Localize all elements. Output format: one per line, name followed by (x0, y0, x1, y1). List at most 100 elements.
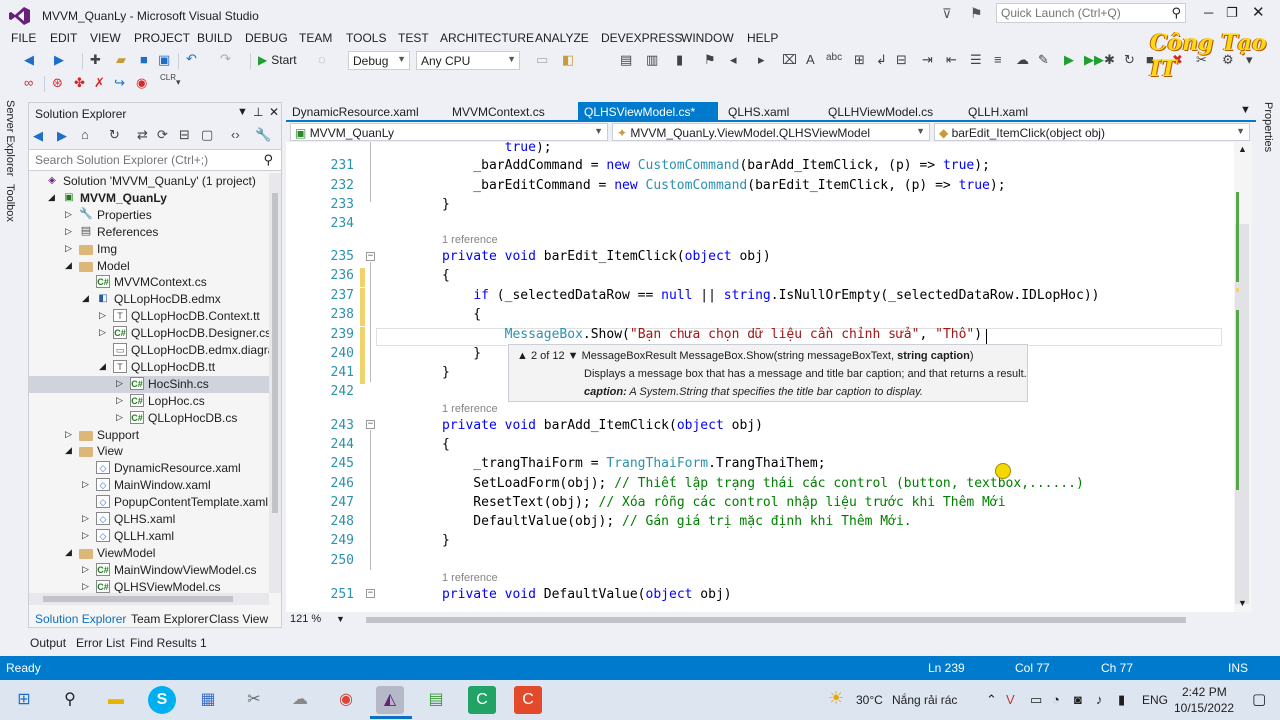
expand-icon[interactable]: ▷ (82, 530, 89, 541)
tree-item[interactable]: ▷ C# QLLopHocDB.cs (29, 410, 269, 427)
tree-item[interactable]: ▷ C# QLHSViewModel.cs (29, 579, 269, 593)
tree-item[interactable]: ▷ C# QLLopHocDB.Designer.cs (29, 325, 269, 342)
view-code-icon[interactable]: ‹› (231, 127, 240, 142)
home-icon[interactable]: ⌂ (81, 127, 89, 142)
tools-app-icon[interactable]: ✂ (240, 686, 268, 714)
code-line[interactable]: private void barEdit_ItemClick(object ob… (442, 249, 771, 264)
tab-dynamicresource-xaml[interactable]: DynamicResource.xaml (292, 105, 419, 119)
tree-item[interactable]: ▷ T QLLopHocDB.Context.tt (29, 308, 269, 325)
code-line[interactable]: } (442, 197, 450, 212)
tab-class-view[interactable]: Class View (209, 612, 268, 626)
code-line[interactable]: } (442, 346, 481, 361)
excel-icon[interactable]: ▤ (422, 686, 450, 714)
volume-icon[interactable]: ♪ (1096, 692, 1103, 707)
calculator-icon[interactable]: ▦ (194, 686, 222, 714)
step-icon[interactable]: ↪ (114, 75, 125, 91)
fold-toggle-icon[interactable]: − (366, 420, 375, 429)
weather-temperature[interactable]: 30°C (856, 693, 883, 707)
expand-icon[interactable]: ▷ (82, 513, 89, 524)
menu-build[interactable]: BUILD (197, 31, 232, 45)
wifi-icon[interactable]: ◔ (1052, 692, 1060, 707)
expand-icon[interactable]: ▷ (82, 581, 89, 592)
indent-icon[interactable]: ⇥ (922, 52, 933, 68)
find-in-files-icon[interactable]: ▭ (536, 52, 548, 68)
code-line[interactable]: private void barAdd_ItemClick(object obj… (442, 418, 763, 433)
menu-file[interactable]: FILE (11, 31, 36, 45)
tab-qlhs-xaml[interactable]: QLHS.xaml (728, 105, 789, 119)
code-line[interactable]: } (442, 365, 450, 380)
code-line[interactable]: MessageBox.Show("Bạn chưa chọn dữ liệu c… (442, 327, 982, 342)
tree-item[interactable]: ◢ ▣ MVVM_QuanLy (29, 190, 269, 207)
server-explorer-tab[interactable]: Server Explorer (4, 100, 16, 176)
tree-item[interactable]: ◢ T QLLopHocDB.tt (29, 359, 269, 376)
navigate-back-icon[interactable]: ◀ (24, 52, 34, 68)
expand-icon[interactable]: ▷ (116, 378, 123, 389)
menu-project[interactable]: PROJECT (134, 31, 190, 45)
tab-team-explorer[interactable]: Team Explorer (131, 612, 208, 626)
outdent-icon[interactable]: ⇤ (946, 52, 957, 68)
clear-bookmarks-icon[interactable]: ⌧ (782, 52, 797, 68)
file-explorer-icon[interactable]: ▬ (102, 686, 130, 714)
uncomment-icon[interactable]: ▥ (646, 52, 658, 68)
skype-icon[interactable]: S (148, 686, 176, 714)
collapse-icon[interactable]: ◢ (48, 192, 55, 203)
collapse-all-icon[interactable]: ⊟ (179, 127, 190, 143)
weather-sun-icon[interactable]: ☀ (828, 688, 844, 709)
unikey-icon[interactable]: V (1006, 692, 1015, 707)
camtasia-green-icon[interactable]: C (468, 686, 496, 714)
align-left-icon[interactable]: ≡ (994, 52, 1002, 67)
project-dropdown[interactable]: ▣ MVVM_QuanLy ▼ (290, 123, 608, 141)
expand-icon[interactable]: ▷ (116, 395, 123, 406)
solution-search[interactable]: ⚲ (29, 149, 281, 171)
show-hidden-icons-icon[interactable]: ⌃ (986, 692, 997, 708)
expand-icon[interactable]: ▷ (65, 429, 72, 440)
menu-window[interactable]: WINDOW (681, 31, 734, 45)
notification-center-icon[interactable]: ▢ (1252, 690, 1266, 708)
tree-item[interactable]: ▷ ◇ QLLH.xaml (29, 528, 269, 545)
clock-date[interactable]: 10/15/2022 (1174, 701, 1234, 715)
codelens-references[interactable]: 1 reference (442, 572, 498, 584)
weather-description[interactable]: Nắng rải rác (892, 693, 957, 707)
sync-icon[interactable]: ⇄ (137, 127, 148, 143)
toggle-bookmark-icon[interactable]: ▮ (676, 52, 683, 68)
bookmark-icon[interactable]: ⚑ (704, 52, 716, 68)
solution-tree-scrollbar[interactable] (269, 173, 281, 593)
tree-item[interactable]: ◢ View (29, 443, 269, 460)
save-icon[interactable]: ■ (140, 52, 148, 67)
code-line[interactable]: ResetText(obj); // Xóa rỗng các control … (442, 495, 1005, 510)
tree-item[interactable]: ▷ C# LopHoc.cs (29, 393, 269, 410)
expand-icon[interactable]: ▷ (99, 327, 106, 338)
menu-edit[interactable]: EDIT (50, 31, 77, 45)
refresh-icon[interactable]: ↻ (1124, 52, 1135, 68)
next-bookmark-icon[interactable]: ▸ (758, 52, 765, 68)
solution-search-input[interactable] (29, 150, 249, 170)
collapse-icon[interactable]: ◢ (99, 361, 106, 372)
run-icon[interactable]: ▶ (1064, 52, 1074, 68)
close-icon[interactable]: ✕ (1252, 3, 1265, 21)
chevron-down-icon[interactable]: ▼ (336, 614, 345, 624)
menu-test[interactable]: TEST (398, 31, 429, 45)
code-line[interactable]: if (_selectedDataRow == null || string.I… (442, 288, 1099, 303)
tab-solution-explorer[interactable]: Solution Explorer (35, 612, 126, 626)
pin-icon[interactable]: ⊥ (253, 105, 263, 119)
run-all-icon[interactable]: ▶▶ (1084, 52, 1104, 68)
tree-item[interactable]: ▷ 🔧 Properties (29, 207, 269, 224)
expand-icon[interactable]: ▷ (65, 209, 72, 220)
code-line[interactable]: DefaultValue(obj); // Gán giá trị mặc đị… (442, 514, 911, 529)
pending-changes-icon[interactable]: ↻ (109, 127, 120, 143)
codelens-references[interactable]: 1 reference (442, 234, 498, 246)
minimize-icon[interactable]: ─ (1204, 5, 1213, 20)
tree-item[interactable]: ◈ Solution 'MVVM_QuanLy' (1 project) (29, 173, 269, 190)
expand-icon[interactable]: ▷ (82, 479, 89, 490)
redo-icon[interactable]: ↷ (220, 51, 231, 67)
search-icon[interactable]: ⚲ (1171, 5, 1181, 21)
menu-devexpress[interactable]: DEVEXPRESS (601, 31, 682, 45)
battery-icon[interactable]: ▮ (1118, 692, 1125, 708)
attach-icon[interactable]: ◌ (318, 52, 326, 67)
start-debugging-button[interactable]: ▶ Start (258, 53, 297, 67)
tree-item[interactable]: ▷ C# HocSinh.cs (29, 375, 269, 393)
fold-toggle-icon[interactable]: − (366, 589, 375, 598)
prev-overload-icon[interactable]: ▲ (517, 350, 528, 362)
tree-item[interactable]: ▭ QLLopHocDB.edmx.diagram (29, 342, 269, 359)
forward-icon[interactable]: ▶ (57, 128, 67, 144)
